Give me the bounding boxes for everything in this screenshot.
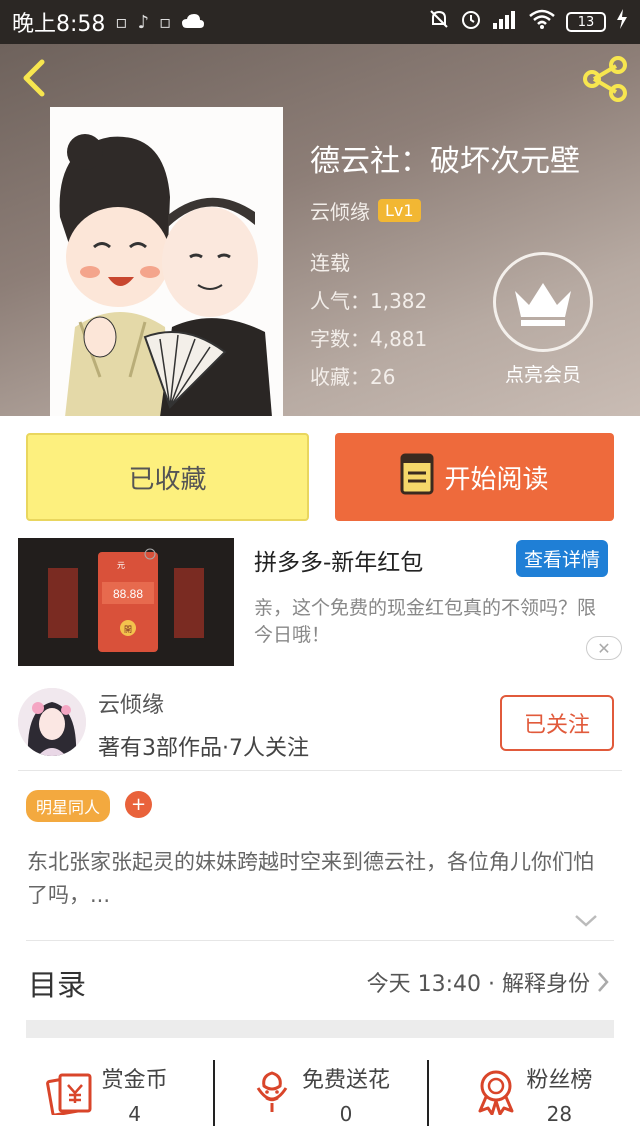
- status-time: 晚上8:58: [12, 12, 106, 37]
- chevron-down-icon: [575, 915, 597, 927]
- charging-icon: [616, 9, 628, 35]
- serial-status: 连载: [310, 251, 350, 275]
- ad-image[interactable]: 88.88 元 開: [18, 538, 234, 666]
- toc-latest-chapter[interactable]: 今天 13:40 · 解释身份: [367, 966, 610, 998]
- fan-ranking-label: 粉丝榜: [526, 1068, 593, 1093]
- author-name[interactable]: 云倾缘: [310, 196, 370, 225]
- alarm-icon: [460, 8, 482, 36]
- stats-bar: 赏金币 4 免费送花 0 粉丝榜 28: [0, 1054, 640, 1134]
- ad-image-unit: 元: [117, 561, 125, 570]
- add-tag-button[interactable]: +: [125, 791, 152, 818]
- share-icon: [583, 56, 627, 102]
- notification-icon: ▫: [115, 11, 128, 33]
- section-separator: [26, 1020, 614, 1038]
- author-row: 云倾缘 Lv1: [310, 196, 421, 225]
- book-description: 东北张家张起灵的妹妹跨越时空来到德云社，各位角儿你们怕了吗，...: [27, 850, 594, 907]
- follow-button[interactable]: 已关注: [500, 695, 614, 751]
- latest-chapter-text: 今天 13:40 · 解释身份: [366, 972, 590, 997]
- author-info-name[interactable]: 云倾缘: [98, 687, 164, 719]
- ad-image-button: 開: [124, 625, 132, 634]
- chevron-right-icon: [598, 972, 609, 992]
- action-buttons: 已收藏 开始阅读: [26, 433, 614, 521]
- signal-icon: [492, 9, 518, 35]
- reward-coins-value: 4: [128, 1102, 142, 1126]
- expand-button[interactable]: [572, 910, 600, 930]
- toc-title[interactable]: 目录: [28, 962, 86, 1004]
- coin-envelope-icon: [45, 1069, 94, 1119]
- medal-icon: [474, 1069, 518, 1119]
- notification-icon-2: ▫: [159, 11, 172, 33]
- book-meta: 连载 人气：1,382 字数：4,881 收藏：26: [310, 244, 427, 396]
- ad-title[interactable]: 拼多多-新年红包: [254, 543, 423, 577]
- divider: [26, 940, 614, 941]
- wifi-icon: [528, 9, 556, 35]
- author-section[interactable]: 云倾缘 著有3部作品·7人关注 已关注: [18, 683, 622, 771]
- music-icon: ♪: [137, 11, 150, 33]
- popularity: 人气：1,382: [310, 289, 428, 313]
- ad-banner[interactable]: 88.88 元 開 拼多多-新年红包 查看详情 亲，这个免费的现金红包真的不领吗…: [18, 538, 622, 668]
- send-flowers-label: 免费送花: [301, 1068, 390, 1093]
- vip-button[interactable]: 点亮会员: [493, 252, 593, 387]
- book-icon: [400, 453, 434, 502]
- flower-icon: [250, 1070, 294, 1118]
- start-reading-button[interactable]: 开始阅读: [335, 433, 614, 521]
- ad-close-button[interactable]: ✕: [586, 636, 622, 660]
- chevron-left-icon: [23, 59, 45, 97]
- vip-label: 点亮会员: [504, 364, 581, 386]
- author-info-stats: 著有3部作品·7人关注: [98, 736, 309, 761]
- book-cover[interactable]: [50, 107, 283, 416]
- reward-coins-label: 赏金币: [101, 1068, 168, 1093]
- reward-coins-stat[interactable]: 赏金币 4: [0, 1054, 213, 1134]
- crown-icon: [493, 252, 593, 352]
- close-icon: ✕: [597, 638, 611, 658]
- send-flowers-stat[interactable]: 免费送花 0: [213, 1054, 426, 1134]
- genre-tag[interactable]: 明星同人: [26, 790, 111, 822]
- back-button[interactable]: [14, 56, 58, 100]
- battery-icon: 13: [566, 12, 606, 32]
- cloud-icon: [181, 10, 205, 35]
- fan-ranking-value: 28: [546, 1102, 573, 1126]
- ad-image-amount: 88.88: [113, 587, 143, 601]
- favorites-count: 收藏：26: [310, 365, 396, 389]
- collected-button[interactable]: 已收藏: [26, 433, 309, 521]
- word-count: 字数：4,881: [310, 327, 428, 351]
- book-header: 德云社：破坏次元壁 云倾缘 Lv1 连载 人气：1,382 字数：4,881 收…: [0, 44, 640, 416]
- cover-illustration: [50, 107, 283, 416]
- avatar[interactable]: [18, 688, 86, 756]
- level-badge: Lv1: [378, 199, 421, 222]
- ad-description: 亲，这个免费的现金红包真的不领吗？限今日哦！: [254, 597, 597, 646]
- share-button[interactable]: [580, 54, 630, 104]
- status-bar: 晚上8:58 ▫ ♪ ▫ 13: [0, 0, 640, 44]
- collected-label: 已收藏: [128, 464, 207, 495]
- fan-ranking-stat[interactable]: 粉丝榜 28: [426, 1054, 640, 1134]
- start-reading-label: 开始阅读: [444, 464, 549, 495]
- mute-icon: [428, 8, 450, 36]
- view-details-button[interactable]: 查看详情: [515, 540, 608, 577]
- send-flowers-value: 0: [339, 1102, 353, 1126]
- book-title: 德云社：破坏次元壁: [310, 144, 580, 179]
